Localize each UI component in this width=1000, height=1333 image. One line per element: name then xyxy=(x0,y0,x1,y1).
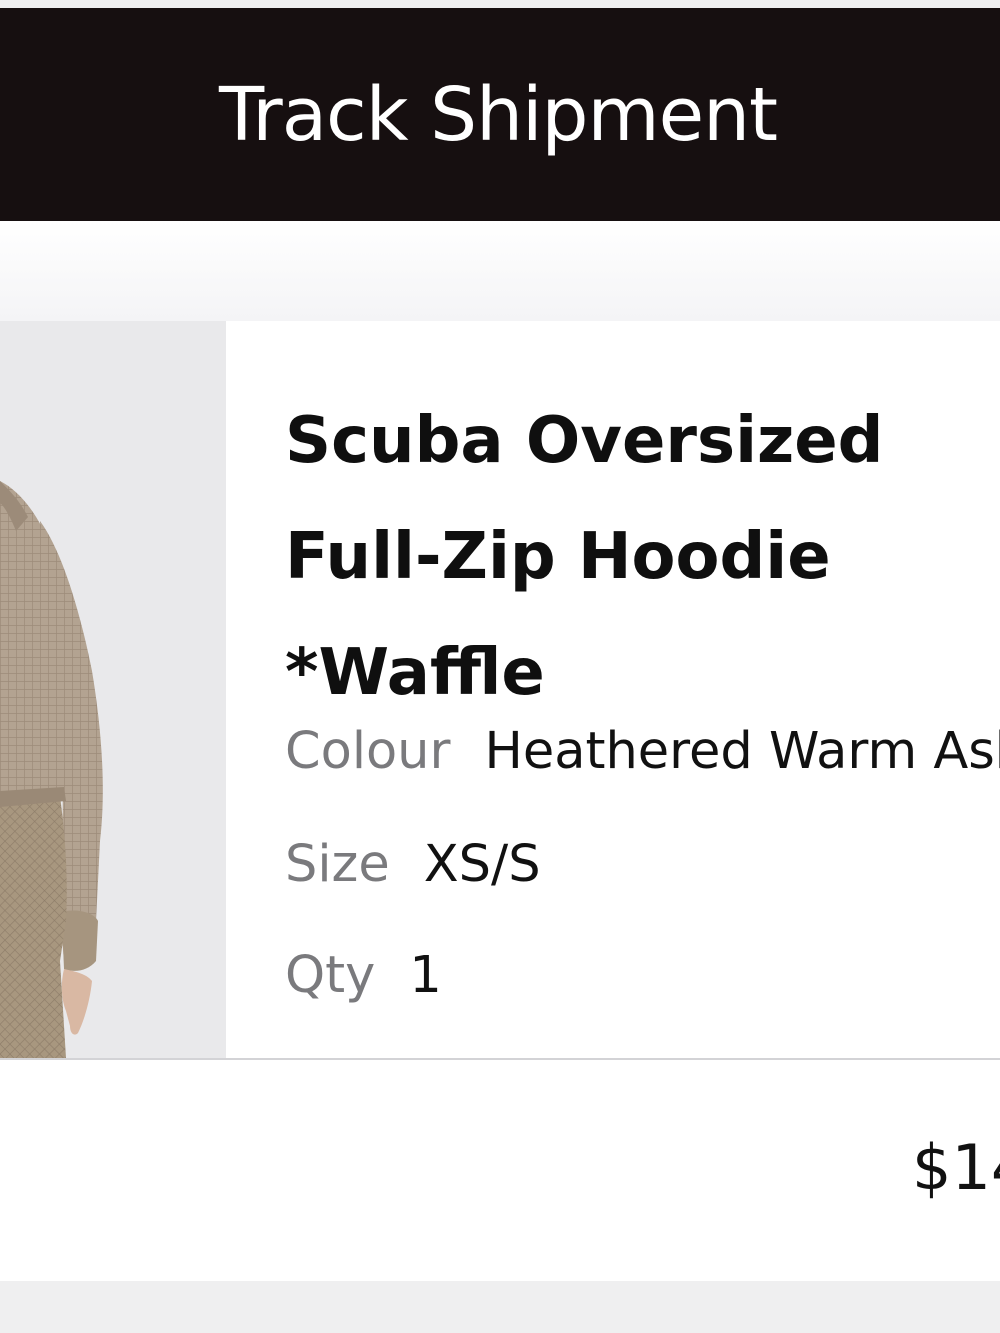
colour-label: Colour xyxy=(285,722,451,781)
size-label: Size xyxy=(285,835,390,894)
size-row: Size XS/S xyxy=(285,830,541,900)
item-details: Scuba Oversized Full-Zip Hoodie *Waffle … xyxy=(285,321,1000,1058)
divider xyxy=(0,1058,1000,1060)
qty-label: Qty xyxy=(285,946,376,1005)
track-shipment-button[interactable]: Track Shipment xyxy=(0,8,1000,221)
item-price: $148.00 xyxy=(912,1131,1000,1204)
qty-value: 1 xyxy=(409,946,442,1005)
colour-value: Heathered Warm Ash xyxy=(484,722,1000,781)
product-image[interactable] xyxy=(0,321,226,1058)
colour-row: Colour Heathered Warm Ash xyxy=(285,717,1000,787)
product-name[interactable]: Scuba Oversized Full-Zip Hoodie *Waffle xyxy=(285,383,1000,731)
qty-row: Qty 1 xyxy=(285,941,442,1011)
order-item-card: Scuba Oversized Full-Zip Hoodie *Waffle … xyxy=(0,321,1000,1281)
section-spacer xyxy=(0,221,1000,321)
size-value: XS/S xyxy=(423,835,541,894)
hoodie-photo-icon xyxy=(0,321,226,1058)
